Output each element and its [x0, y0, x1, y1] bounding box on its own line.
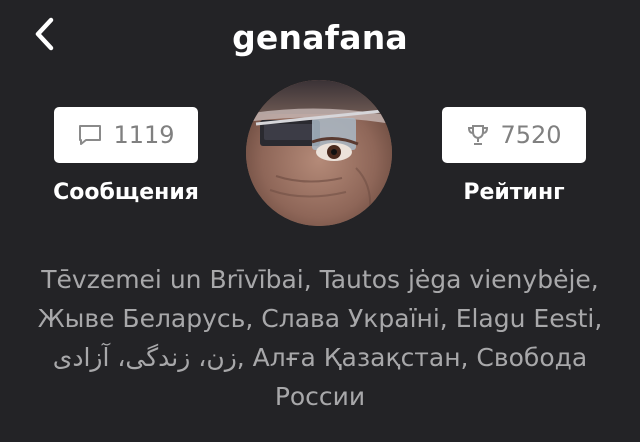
- rating-label: Рейтинг: [463, 180, 565, 205]
- messages-label: Сообщения: [53, 180, 199, 205]
- avatar[interactable]: [246, 80, 392, 226]
- rating-count: 7520: [500, 121, 562, 149]
- chat-bubble-icon: [77, 123, 103, 147]
- page-title: genafana: [232, 18, 408, 57]
- profile-bio: Tēvzemei un Brīvībai, Tautos jėga vienyb…: [37, 265, 603, 411]
- messages-count-button[interactable]: 1119: [54, 107, 198, 163]
- trophy-icon: [466, 123, 490, 147]
- rating-count-button[interactable]: 7520: [442, 107, 586, 163]
- messages-count: 1119: [113, 121, 175, 149]
